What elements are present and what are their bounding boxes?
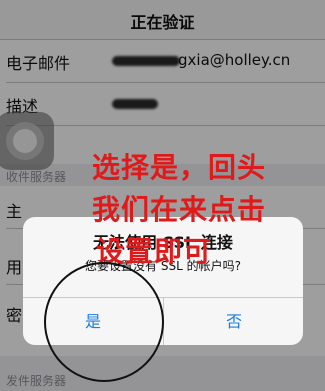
annotation-line-1: 选择是，回头 bbox=[92, 151, 267, 184]
annotation-line-2: 我们在来点击 bbox=[92, 193, 267, 226]
annotation-circle bbox=[44, 262, 164, 382]
no-button[interactable]: 否 bbox=[164, 298, 303, 345]
